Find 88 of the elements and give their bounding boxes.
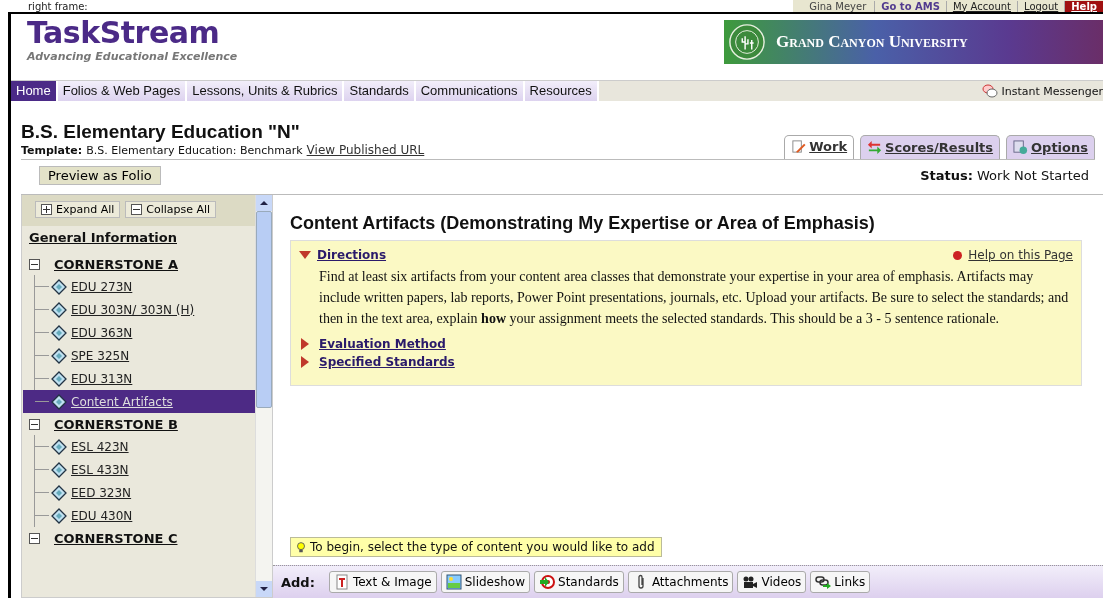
scroll-thumb[interactable] (256, 211, 272, 408)
collapse-triangle-icon[interactable] (299, 251, 311, 259)
status-value: Work Not Started (977, 168, 1089, 183)
diamond-page-icon (51, 484, 67, 501)
help-link[interactable]: Help on this Page (968, 248, 1073, 262)
content-heading: Content Artifacts (Demonstrating My Expertise or Area of Emphasis) (290, 213, 876, 234)
hint-text: To begin, select the type of content you would like to add (310, 540, 655, 554)
user-name: Gina Meyer (808, 0, 868, 12)
general-information-link[interactable]: General Information (29, 230, 255, 245)
tree-item[interactable]: EDU 273N (23, 275, 255, 298)
logo-wordmark: TaskStream (27, 16, 221, 50)
section-link[interactable]: Specified Standards (319, 355, 455, 369)
status-label: Status: (920, 168, 973, 183)
collapse-icon[interactable] (29, 258, 40, 270)
collapse-all-button[interactable]: Collapse All (125, 201, 217, 218)
diamond-page-icon (51, 438, 67, 455)
diamond-page-icon (51, 347, 67, 364)
tree-item[interactable]: ESL 423N (23, 435, 255, 458)
nav-tab[interactable]: Communications (415, 81, 525, 101)
plus-icon (41, 204, 52, 215)
swap-arrows-icon (867, 140, 883, 155)
section-link[interactable]: Directions (317, 248, 387, 262)
logo-tagline: Advancing Educational Excellence (27, 50, 238, 63)
nav-tab[interactable]: Standards (344, 81, 416, 101)
university-name: Grand Canyon University (776, 32, 968, 52)
tree-item[interactable]: EDU 363N (23, 321, 255, 344)
preview-folio-button[interactable]: Preview as Folio (39, 166, 161, 185)
seal-icon (728, 23, 766, 61)
tree-item[interactable]: EDU 303N/ 303N (H) (23, 298, 255, 321)
view-tab[interactable]: Options (1006, 135, 1095, 159)
add-content-button[interactable]: Attachments (627, 571, 734, 593)
template-label: Template: (21, 144, 83, 157)
tree-item[interactable]: EDU 313N (23, 367, 255, 390)
diamond-page-icon (51, 370, 67, 387)
page-title: B.S. Elementary Education "N" (21, 121, 301, 143)
picture-icon (445, 574, 462, 590)
nav-tab[interactable]: Lessons, Units & Rubrics (187, 81, 345, 101)
diamond-page-icon (51, 278, 67, 295)
user-bar-link[interactable]: Help (1064, 0, 1103, 12)
view-tab[interactable]: Scores/Results (860, 135, 1001, 159)
messenger-link[interactable]: Instant Messenger (1001, 84, 1103, 98)
collapse-icon[interactable] (29, 418, 40, 430)
view-tab[interactable]: Work (784, 135, 855, 159)
expand-triangle-icon[interactable] (301, 356, 309, 368)
expand-all-button[interactable]: Expand All (35, 201, 121, 218)
lightbulb-icon (294, 540, 308, 554)
pencil-page-icon (791, 139, 807, 154)
user-bar-link[interactable]: My Account (945, 0, 1017, 12)
tree-item[interactable]: EDU 430N (23, 504, 255, 527)
diamond-page-icon (51, 393, 67, 410)
collapse-icon[interactable] (29, 532, 40, 544)
diamond-page-icon (51, 301, 67, 318)
add-content-button[interactable]: Links (810, 571, 871, 593)
video-camera-icon (742, 574, 759, 590)
add-content-button[interactable]: Standards (534, 571, 624, 593)
directions-text: Find at least six artifacts from your content area classes that demonstrate your expertise in your area of emphasis. Artifacts may include written papers, lab reports, Power Point presentations, journals, etc. Upload your artifacts. Be sure to select the standards; and then in the text area, explain how your assignment meets the selected standards. This should be a 3 - 5 sentence rationale. (319, 268, 1070, 328)
nav-tab[interactable]: Home (11, 81, 58, 101)
chat-bubbles-icon (982, 83, 999, 99)
tree-group-link[interactable]: CORNERSTONE C (54, 530, 178, 546)
nav-tab[interactable]: Resources (524, 81, 599, 101)
scroll-up-icon[interactable] (256, 195, 272, 211)
diamond-page-icon (51, 461, 67, 478)
tree-item[interactable]: SPE 325N (23, 344, 255, 367)
published-url-link[interactable]: View Published URL (306, 143, 425, 157)
chain-link-icon (815, 574, 832, 590)
caption-text: right frame: (28, 0, 88, 12)
diamond-page-icon (51, 324, 67, 341)
scrollbar[interactable] (255, 195, 272, 597)
add-content-button[interactable]: Videos (737, 571, 807, 593)
add-label: Add: (281, 574, 315, 590)
add-content-button[interactable]: Slideshow (440, 571, 531, 593)
expand-triangle-icon[interactable] (301, 338, 309, 350)
minus-icon (131, 204, 143, 215)
help-icon (953, 250, 963, 260)
tree-item[interactable]: ESL 433N (23, 458, 255, 481)
section-link[interactable]: Evaluation Method (319, 337, 446, 351)
nav-tab[interactable]: Folios & Web Pages (57, 81, 188, 101)
tree-item[interactable]: Content Artifacts (23, 390, 255, 413)
options-icon (1013, 140, 1029, 155)
user-bar-link[interactable]: Go to AMS (874, 0, 946, 12)
text-page-icon (333, 574, 350, 590)
tree-group-link[interactable]: CORNERSTONE A (54, 256, 178, 272)
scroll-down-icon[interactable] (256, 581, 272, 597)
tree-group-link[interactable]: CORNERSTONE B (54, 416, 178, 432)
tree-item[interactable]: EED 323N (23, 481, 255, 504)
diamond-page-icon (51, 507, 67, 524)
add-content-button[interactable]: Text & Image (328, 571, 437, 593)
template-name: B.S. Elementary Education: Benchmark (86, 144, 303, 157)
